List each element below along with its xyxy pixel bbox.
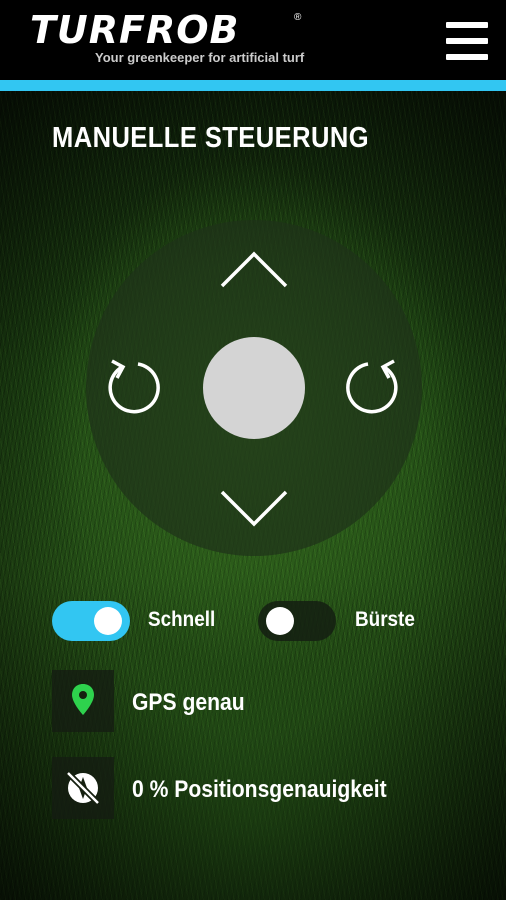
app-header: TURFROB ® Your greenkeeper for artificia… — [0, 0, 506, 80]
toggle-schnell-label: Schnell — [148, 608, 216, 631]
rotate-right-icon — [346, 359, 398, 414]
joystick-knob[interactable] — [203, 337, 305, 439]
gps-status-icon-box — [52, 670, 114, 732]
toggle-knob — [266, 607, 294, 635]
registered-mark: ® — [294, 12, 302, 23]
toggle-schnell[interactable] — [52, 601, 130, 641]
toggle-buerste-label: Bürste — [355, 608, 415, 631]
chevron-up-icon — [220, 251, 288, 288]
rotate-right-button[interactable] — [340, 352, 406, 418]
compass-off-icon — [65, 770, 101, 806]
page-title: MANUELLE STEUERUNG — [52, 122, 370, 154]
gps-status-text: GPS genau — [132, 689, 245, 716]
header-accent-bar — [0, 80, 506, 91]
toggle-knob — [94, 607, 122, 635]
chevron-down-icon — [220, 490, 288, 527]
hamburger-menu-icon[interactable] — [440, 20, 490, 62]
position-accuracy-text: 0 % Positionsgenauigkeit — [132, 776, 387, 803]
position-accuracy-icon-box — [52, 757, 114, 819]
turfrob-logo: TURFROB — [30, 8, 240, 52]
move-backward-button[interactable] — [218, 486, 290, 530]
rotate-left-button[interactable] — [100, 352, 166, 418]
move-forward-button[interactable] — [218, 248, 290, 292]
toggle-buerste[interactable] — [258, 601, 336, 641]
map-pin-icon — [72, 684, 94, 715]
logo-tagline: Your greenkeeper for artificial turf — [95, 50, 305, 65]
rotate-left-icon — [108, 359, 160, 414]
